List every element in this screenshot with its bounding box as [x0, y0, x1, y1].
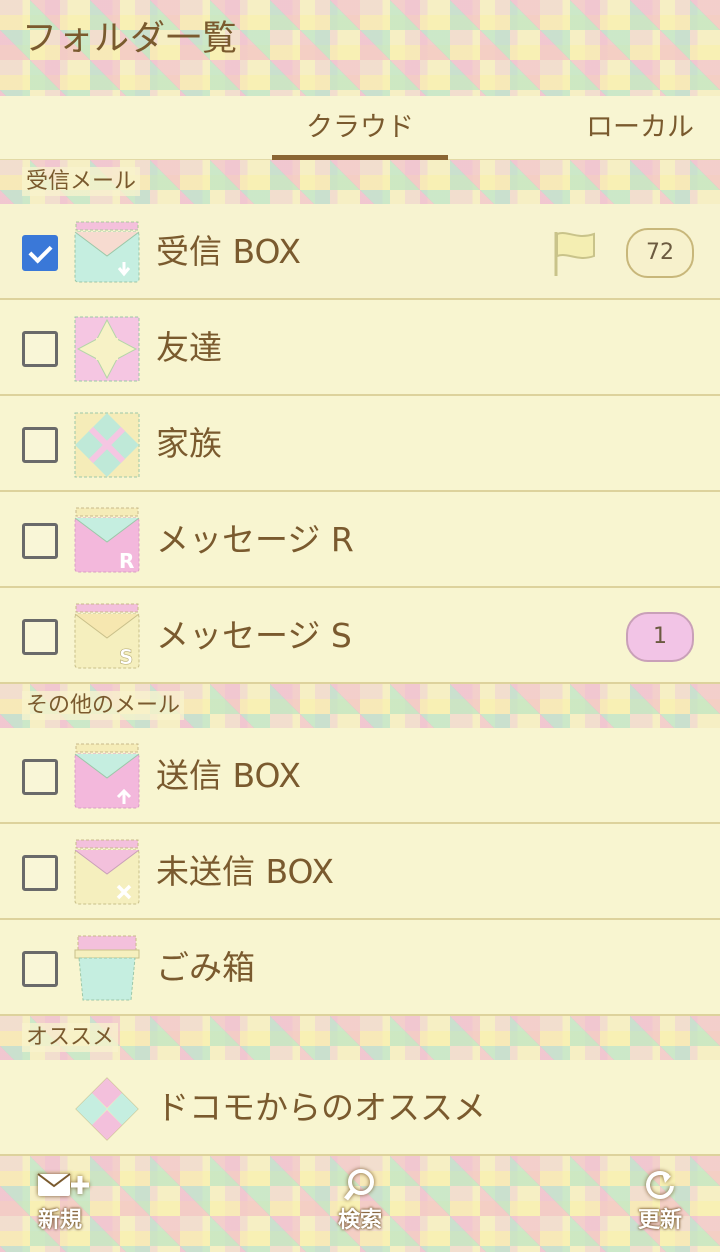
folder-checkbox[interactable] [22, 235, 58, 271]
folder-checkbox[interactable] [22, 523, 58, 559]
flag-icon[interactable] [548, 228, 600, 280]
folder-checkbox[interactable] [22, 951, 58, 987]
refresh-label: 更新 [637, 1208, 682, 1233]
folder-label: メッセージ S [156, 616, 352, 655]
envelope-download-icon [74, 221, 140, 283]
folder-checkbox[interactable] [22, 855, 58, 891]
section-header-inbox: 受信メール [0, 160, 720, 204]
folder-row-trash[interactable]: ごみ箱 [0, 920, 720, 1016]
tab-bar: クラウド ローカル [0, 96, 720, 160]
folder-label: 未送信 BOX [156, 852, 335, 891]
diamond-quilt-icon [75, 1077, 139, 1141]
section-label: オススメ [22, 1023, 119, 1052]
folder-checkbox[interactable] [22, 619, 58, 655]
tab-cloud[interactable]: クラウド [272, 96, 448, 160]
folder-row-sent[interactable]: 送信 BOX [0, 728, 720, 824]
envelope-s-icon: S [74, 603, 140, 669]
folder-label: ごみ箱 [156, 948, 255, 987]
folder-checkbox[interactable] [22, 427, 58, 463]
quilt-diamond-icon [74, 412, 140, 478]
recommend-row[interactable]: ドコモからのオススメ [0, 1060, 720, 1156]
folder-row-friends[interactable]: 友達 [0, 300, 720, 396]
folder-row-inbox[interactable]: 受信 BOX 72 [0, 204, 720, 300]
refresh-icon [646, 1170, 674, 1199]
section-header-other: その他のメール [0, 684, 720, 728]
compose-mail-icon [37, 1173, 89, 1196]
folder-row-message-s[interactable]: S メッセージ S 1 [0, 588, 720, 684]
search-button[interactable]: 検索 [318, 1162, 402, 1246]
section-label: その他のメール [22, 691, 185, 720]
folder-label: 送信 BOX [156, 756, 302, 795]
folder-checkbox[interactable] [22, 331, 58, 367]
tab-local-label: ローカル [586, 112, 694, 143]
search-icon [344, 1169, 374, 1201]
section-header-recommend: オススメ [0, 1016, 720, 1060]
tab-local[interactable]: ローカル [560, 96, 720, 160]
search-label: 検索 [337, 1208, 382, 1233]
folder-label: 家族 [156, 424, 222, 463]
folder-row-message-r[interactable]: R メッセージ R [0, 492, 720, 588]
unread-count-badge: 1 [626, 612, 694, 662]
trash-icon [74, 935, 140, 1001]
recommend-label: ドコモからのオススメ [156, 1088, 486, 1127]
envelope-upload-icon [74, 743, 140, 809]
unread-count-badge: 72 [626, 228, 694, 278]
folder-checkbox[interactable] [22, 759, 58, 795]
folder-row-family[interactable]: 家族 [0, 396, 720, 492]
refresh-button[interactable]: 更新 [618, 1162, 702, 1246]
bottom-toolbar: 新規 検索 更新 [0, 1156, 720, 1252]
folder-row-unsent[interactable]: 未送信 BOX [0, 824, 720, 920]
folder-label: 友達 [156, 328, 222, 367]
app-header: フォルダ一覧 [0, 0, 720, 96]
page-title: フォルダ一覧 [22, 19, 239, 59]
svg-text:R: R [119, 549, 134, 573]
svg-text:S: S [119, 645, 133, 669]
envelope-r-icon: R [74, 507, 140, 573]
new-mail-label: 新規 [37, 1208, 82, 1233]
envelope-x-icon [74, 839, 140, 905]
tab-cloud-label: クラウド [306, 112, 414, 143]
folder-label: 受信 BOX [156, 232, 302, 271]
new-mail-button[interactable]: 新規 [18, 1162, 102, 1246]
quilt-star-icon [74, 316, 140, 382]
folder-label: メッセージ R [156, 520, 354, 559]
section-label: 受信メール [22, 167, 141, 196]
